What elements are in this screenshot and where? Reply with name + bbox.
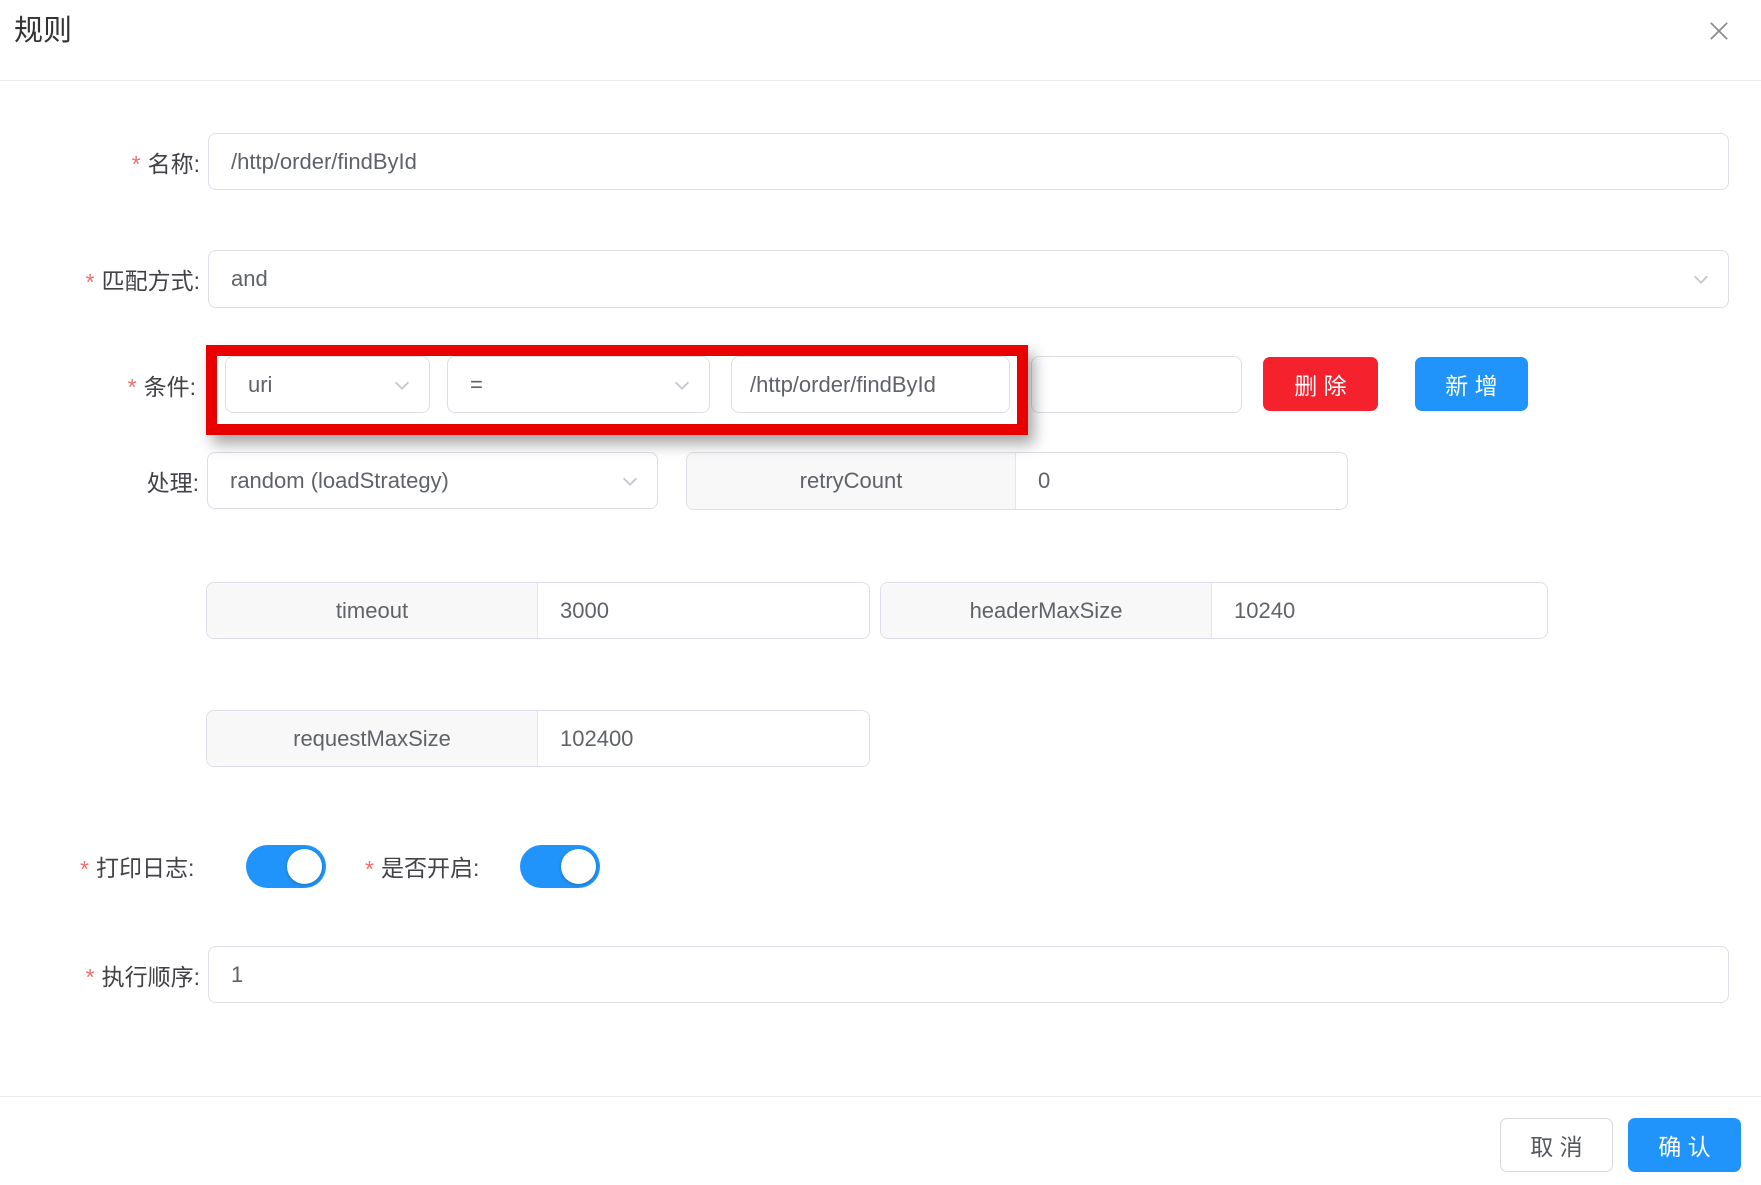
timeout-key: timeout	[207, 583, 538, 638]
condition-field-select[interactable]: uri	[225, 356, 430, 413]
request-max-size-input[interactable]: 102400	[538, 711, 869, 766]
chevron-down-icon	[619, 470, 641, 492]
rule-dialog: 规则 名称: /http/order/findById 匹配方式: and 条件…	[0, 0, 1761, 1185]
timeout-input[interactable]: 3000	[538, 583, 869, 638]
condition-operator-select[interactable]: =	[447, 356, 710, 413]
order-input-value: 1	[209, 962, 243, 988]
name-input[interactable]: /http/order/findById	[208, 133, 1729, 190]
chevron-down-icon	[391, 374, 413, 396]
handle-label: 处理:	[0, 452, 199, 509]
condition-field-value: uri	[226, 372, 272, 398]
enabled-label: 是否开启:	[365, 845, 517, 887]
condition-label: 条件:	[0, 356, 196, 413]
header-max-size-input[interactable]: 10240	[1212, 583, 1547, 638]
header-max-size-key: headerMaxSize	[881, 583, 1212, 638]
cancel-button[interactable]: 取 消	[1500, 1118, 1613, 1172]
chevron-down-icon	[1690, 268, 1712, 290]
toggle-knob	[287, 849, 322, 884]
print-log-label: 打印日志:	[80, 845, 235, 887]
load-strategy-value: random (loadStrategy)	[208, 468, 449, 494]
print-log-toggle[interactable]	[246, 845, 326, 888]
condition-value-text: /http/order/findById	[732, 372, 936, 398]
close-button[interactable]	[1702, 16, 1736, 50]
footer-divider	[0, 1096, 1761, 1097]
chevron-down-icon	[671, 374, 693, 396]
header-max-size-pair: headerMaxSize 10240	[880, 582, 1548, 639]
load-strategy-select[interactable]: random (loadStrategy)	[207, 452, 658, 509]
toggle-knob	[561, 849, 596, 884]
name-label: 名称:	[0, 133, 200, 190]
retry-count-input[interactable]: 0	[1016, 453, 1347, 509]
dialog-title: 规则	[14, 12, 72, 50]
name-input-value: /http/order/findById	[209, 149, 417, 175]
match-mode-select[interactable]: and	[208, 250, 1729, 308]
delete-condition-button[interactable]: 删 除	[1263, 357, 1378, 411]
order-input[interactable]: 1	[208, 946, 1729, 1003]
condition-operator-value: =	[448, 372, 483, 398]
confirm-button[interactable]: 确 认	[1628, 1118, 1741, 1172]
retry-count-pair: retryCount 0	[686, 452, 1348, 510]
condition-value-input[interactable]: /http/order/findById	[731, 356, 1010, 413]
match-mode-value: and	[209, 266, 268, 292]
order-label: 执行顺序:	[0, 946, 200, 1003]
condition-extra-input[interactable]	[1031, 356, 1242, 413]
match-mode-label: 匹配方式:	[0, 250, 200, 308]
close-icon	[1705, 17, 1733, 50]
request-max-size-key: requestMaxSize	[207, 711, 538, 766]
header-divider	[0, 80, 1761, 81]
request-max-size-pair: requestMaxSize 102400	[206, 710, 870, 767]
add-condition-button[interactable]: 新 增	[1415, 357, 1528, 411]
enabled-toggle[interactable]	[520, 845, 600, 888]
timeout-pair: timeout 3000	[206, 582, 870, 639]
retry-count-key: retryCount	[687, 453, 1016, 509]
